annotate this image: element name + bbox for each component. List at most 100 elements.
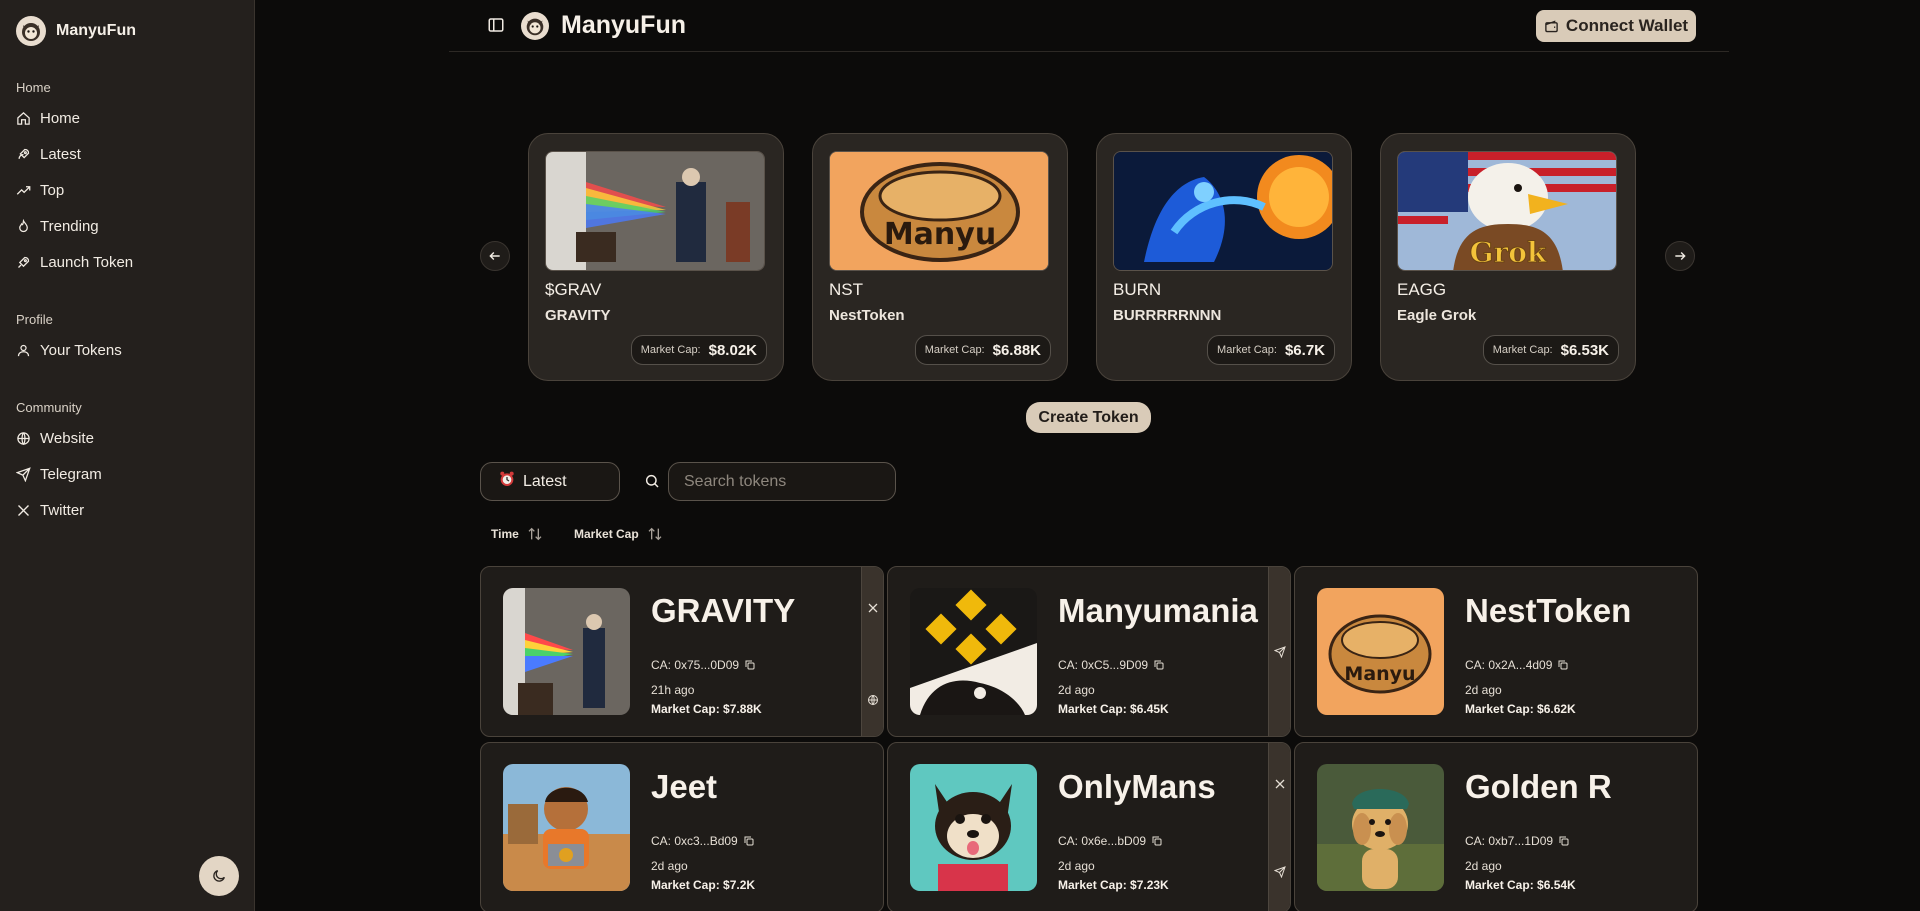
wallet-icon <box>1545 20 1558 32</box>
search-input[interactable] <box>668 462 896 501</box>
token-card[interactable]: Manyumania CA: 0xC5...9D09 2d ago Market… <box>887 566 1291 737</box>
copy-icon[interactable] <box>1558 835 1570 847</box>
sort-time-button[interactable]: Time <box>491 526 543 542</box>
theme-toggle-button[interactable] <box>199 856 239 896</box>
rocket-icon <box>18 256 30 268</box>
featured-token-card[interactable]: Grok EAGG Eagle Grok Market Cap: $6.53K <box>1380 133 1636 381</box>
globe-icon[interactable] <box>866 693 880 707</box>
topbar: ManyuFun Connect Wallet <box>449 0 1729 52</box>
market-cap-label: Market Cap: <box>924 344 985 356</box>
token-age: 2d ago <box>651 859 688 873</box>
carousel-prev-button[interactable] <box>480 241 510 271</box>
token-ticker: EAGG <box>1397 280 1447 299</box>
manyu-image-text: Manyu <box>1344 663 1415 685</box>
search-icon <box>645 474 659 488</box>
grok-image-text: Grok <box>1470 236 1547 269</box>
brand[interactable]: ManyuFun <box>16 16 136 46</box>
sidebar-item-label: Twitter <box>40 502 85 519</box>
sidebar-item-label: Latest <box>40 146 81 163</box>
sidebar-toggle-icon[interactable] <box>487 16 505 34</box>
sort-arrows-icon <box>648 527 662 541</box>
sidebar-item-telegram[interactable]: Telegram <box>16 466 102 483</box>
sidebar-item-home[interactable]: Home <box>16 110 80 127</box>
user-icon <box>17 344 30 357</box>
contract-address-text: CA: 0xb7...1D09 <box>1465 834 1554 848</box>
sidebar-item-twitter[interactable]: Twitter <box>16 502 84 519</box>
filter-select[interactable]: Latest <box>480 462 620 501</box>
token-image <box>910 588 1037 715</box>
contract-address-text: CA: 0xc3...Bd09 <box>651 834 738 848</box>
sidebar-item-your-tokens[interactable]: Your Tokens <box>16 342 122 359</box>
moon-icon <box>213 870 225 882</box>
send-icon <box>16 467 31 482</box>
token-card[interactable]: GRAVITY CA: 0x75...0D09 21h ago Market C… <box>480 566 884 737</box>
sidebar-item-label: Your Tokens <box>40 342 122 359</box>
sidebar-item-latest[interactable]: Latest <box>16 146 81 163</box>
market-cap-value: $6.53K <box>1560 341 1609 359</box>
copy-icon[interactable] <box>743 835 755 847</box>
sidebar-item-website[interactable]: Website <box>16 430 94 447</box>
token-image <box>545 151 765 271</box>
copy-icon[interactable] <box>1151 835 1163 847</box>
home-icon <box>17 112 30 125</box>
token-image <box>1317 764 1444 891</box>
copy-icon[interactable] <box>1557 659 1569 671</box>
token-age: 2d ago <box>1465 683 1502 697</box>
token-card[interactable]: OnlyMans CA: 0x6e...bD09 2d ago Market C… <box>887 742 1291 911</box>
section-label-community: Community <box>16 400 82 415</box>
market-cap-label: Market Cap: <box>640 344 701 356</box>
token-name: BURRRRRNNN <box>1113 307 1222 324</box>
sidebar-item-launch-token[interactable]: Launch Token <box>16 254 133 271</box>
token-card[interactable]: Jeet CA: 0xc3...Bd09 2d ago Market Cap: … <box>480 742 884 911</box>
contract-address-text: CA: 0x75...0D09 <box>651 658 740 672</box>
token-ticker: NST <box>829 280 863 299</box>
sidebar-item-label: Launch Token <box>40 254 134 271</box>
create-token-button[interactable]: Create Token <box>1026 402 1151 433</box>
x-logo-icon[interactable] <box>1273 777 1287 791</box>
token-name: Eagle Grok <box>1397 307 1477 324</box>
token-age: 21h ago <box>651 683 695 697</box>
section-label-profile: Profile <box>16 312 53 327</box>
carousel-next-button[interactable] <box>1665 241 1695 271</box>
featured-token-card[interactable]: $GRAV GRAVITY Market Cap: $8.02K <box>528 133 784 381</box>
header-logo <box>521 12 549 40</box>
contract-address: CA: 0x75...0D09 <box>651 658 756 672</box>
token-name: Jeet <box>651 768 718 805</box>
token-card[interactable]: Golden R CA: 0xb7...1D09 2d ago Market C… <box>1294 742 1698 911</box>
social-links <box>1268 743 1290 911</box>
contract-address: CA: 0xb7...1D09 <box>1465 834 1570 848</box>
rocket-icon <box>18 148 30 159</box>
sort-market-cap-button[interactable]: Market Cap <box>574 526 663 542</box>
sort-arrows-icon <box>528 527 542 541</box>
token-image: Grok <box>1397 151 1617 271</box>
x-logo-icon[interactable] <box>866 601 880 615</box>
token-card[interactable]: Manyu NestToken CA: 0x2A...4d09 2d ago M… <box>1294 566 1698 737</box>
token-name: GRAVITY <box>651 592 796 629</box>
sidebar-item-label: Top <box>40 182 65 199</box>
token-market-cap: Market Cap: $6.54K <box>1465 878 1576 892</box>
token-market-cap: Market Cap: $7.2K <box>651 878 756 892</box>
market-cap-badge: Market Cap: $6.7K <box>1207 335 1335 365</box>
featured-token-card[interactable]: Manyu NST NestToken Market Cap: $6.88K <box>812 133 1068 381</box>
token-market-cap: Market Cap: $7.23K <box>1058 878 1169 892</box>
sort-market-cap-label: Market Cap <box>574 527 639 541</box>
sidebar: ManyuFun Home Home Latest Top Trending L… <box>0 0 255 911</box>
send-icon[interactable] <box>1273 865 1287 879</box>
token-age: 2d ago <box>1058 859 1095 873</box>
social-links <box>861 567 883 736</box>
token-image <box>910 764 1037 891</box>
sort-time-label: Time <box>491 527 519 541</box>
connect-wallet-button[interactable]: Connect Wallet <box>1536 10 1696 42</box>
copy-icon[interactable] <box>1153 659 1165 671</box>
contract-address-text: CA: 0xC5...9D09 <box>1058 658 1149 672</box>
trending-up-icon <box>16 186 31 195</box>
token-image: Manyu <box>829 151 1049 271</box>
arrow-left-icon <box>489 252 500 260</box>
contract-address-text: CA: 0x6e...bD09 <box>1058 834 1147 848</box>
sidebar-item-trending[interactable]: Trending <box>16 218 99 235</box>
featured-token-card[interactable]: BURN BURRRRRNNN Market Cap: $6.7K <box>1096 133 1352 381</box>
token-image <box>503 588 630 715</box>
copy-icon[interactable] <box>744 659 756 671</box>
sidebar-item-top[interactable]: Top <box>16 182 64 199</box>
send-icon[interactable] <box>1273 645 1287 659</box>
